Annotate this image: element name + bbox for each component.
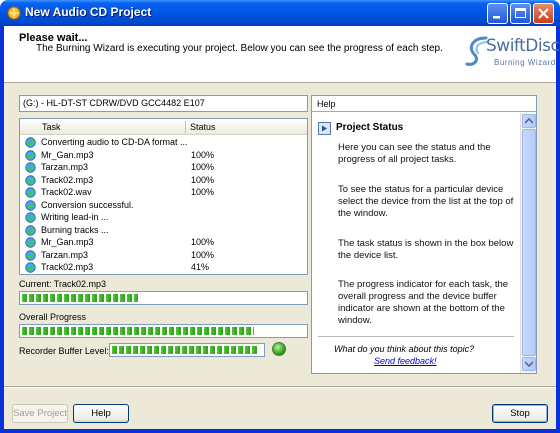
task-done-icon: [25, 237, 36, 248]
footer-divider: [4, 386, 556, 388]
buffer-level-bar: [109, 343, 265, 357]
window-title: New Audio CD Project: [25, 5, 152, 19]
buffer-level-fill: [112, 346, 258, 354]
task-done-icon: [25, 199, 36, 211]
task-name: Burning tracks ...: [41, 224, 109, 235]
task-status: 41%: [191, 262, 210, 272]
page-subtitle: The Burning Wizard is executing your pro…: [36, 43, 443, 54]
column-header-status[interactable]: Status: [190, 122, 216, 132]
help-scrollbar[interactable]: [520, 113, 536, 373]
scroll-up-button[interactable]: [522, 114, 536, 128]
task-status: 100%: [191, 149, 215, 160]
minimize-button[interactable]: [487, 3, 508, 24]
task-status: 100%: [191, 249, 215, 260]
task-name: Converting audio to CD-DA format ...: [41, 137, 188, 147]
help-button[interactable]: Help: [73, 404, 129, 423]
task-done-icon: [25, 162, 36, 173]
save-project-button[interactable]: Save Project: [12, 404, 68, 423]
task-status: 100%: [191, 237, 215, 247]
help-tab[interactable]: Help: [312, 96, 536, 112]
table-row[interactable]: Mr_Gan.mp3 100%: [20, 236, 307, 249]
task-done-icon: [25, 174, 36, 186]
scroll-down-button[interactable]: [522, 357, 536, 371]
overall-progress-label: Overall Progress: [19, 312, 87, 322]
task-list-header: Task Status: [20, 119, 307, 135]
table-row[interactable]: Burning tracks ...: [20, 224, 307, 237]
task-name: Tarzan.mp3: [41, 249, 89, 260]
table-row[interactable]: Converting audio to CD-DA format ...: [20, 136, 307, 149]
close-button[interactable]: [533, 3, 554, 24]
scroll-thumb[interactable]: [522, 129, 536, 356]
task-name: Mr_Gan.mp3: [41, 149, 94, 160]
current-progress-label: Current: Track02.mp3: [19, 279, 107, 289]
task-done-icon: [25, 149, 36, 161]
task-name: Track02.mp3: [41, 262, 94, 272]
app-window: New Audio CD Project Please wait... The …: [0, 0, 560, 433]
table-row[interactable]: Conversion successful.: [20, 199, 307, 212]
task-name: Writing lead-in ...: [41, 212, 109, 222]
close-icon: [538, 8, 549, 19]
help-paragraph: Here you can see the status and the prog…: [338, 142, 491, 165]
logo-subtext: Burning Wizard: [494, 58, 556, 67]
buffer-level-label: Recorder Buffer Level:: [19, 346, 109, 356]
task-rows: Converting audio to CD-DA format ... Mr_G…: [20, 136, 307, 274]
dialog-body: Please wait... The Burning Wizard is exe…: [4, 26, 560, 429]
minimize-icon: [493, 16, 500, 19]
task-done-icon: [25, 212, 36, 223]
task-done-icon: [25, 249, 36, 261]
table-row[interactable]: Tarzan.mp3 100%: [20, 249, 307, 262]
title-bar[interactable]: New Audio CD Project: [0, 0, 560, 26]
device-select[interactable]: (G:) - HL-DT-ST CDRW/DVD GCC4482 E107: [19, 95, 308, 112]
stop-button[interactable]: Stop: [492, 404, 548, 423]
help-divider: [318, 336, 514, 337]
table-row[interactable]: Tarzan.mp3 100%: [20, 161, 307, 174]
task-done-icon: [25, 262, 36, 273]
task-name: Mr_Gan.mp3: [41, 237, 94, 247]
wizard-header: Please wait... The Burning Wizard is exe…: [4, 26, 560, 83]
info-icon: [318, 122, 331, 135]
column-header-task[interactable]: Task: [42, 122, 61, 132]
table-row[interactable]: Writing lead-in ...: [20, 211, 307, 224]
table-row[interactable]: Track02.mp3 41%: [20, 261, 307, 274]
table-row[interactable]: Mr_Gan.mp3 100%: [20, 149, 307, 162]
swiftdisc-logo: SwiftDisc Burning Wizard: [464, 32, 560, 74]
table-row[interactable]: Track02.wav 100%: [20, 186, 307, 199]
task-status: 100%: [191, 174, 215, 185]
task-name: Tarzan.mp3: [41, 162, 89, 172]
logo-text: SwiftDisc: [486, 36, 560, 56]
task-done-icon: [25, 187, 36, 198]
table-row[interactable]: Track02.mp3 100%: [20, 174, 307, 187]
send-feedback-link[interactable]: Send feedback!: [374, 356, 437, 366]
help-paragraph: The task status is shown in the box belo…: [338, 238, 514, 261]
column-divider: [185, 121, 186, 133]
task-name: Track02.wav: [41, 187, 92, 197]
task-list[interactable]: Task Status Converting audio to CD-DA fo…: [19, 118, 308, 275]
help-tab-label: Help: [317, 99, 336, 109]
task-status: 100%: [191, 162, 215, 172]
maximize-icon: [515, 8, 526, 18]
current-progress-bar: [19, 291, 308, 305]
overall-progress-bar: [19, 324, 308, 338]
help-panel: Help Project Status Here you can see the…: [311, 95, 537, 374]
task-name: Track02.mp3: [41, 174, 94, 185]
chevron-down-icon: [525, 361, 533, 367]
buffer-status-led: [272, 342, 286, 356]
help-paragraph: The progress indicator for each task, th…: [338, 279, 509, 326]
maximize-button[interactable]: [510, 3, 531, 24]
help-heading: Project Status: [336, 122, 404, 133]
help-content: Project Status Here you can see the stat…: [312, 113, 519, 373]
current-progress-fill: [22, 294, 138, 302]
feedback-question: What do you think about this topic?: [334, 344, 475, 354]
task-done-icon: [25, 224, 36, 236]
help-paragraph: To see the status for a particular devic…: [338, 184, 514, 219]
task-name: Conversion successful.: [41, 199, 134, 210]
burning-wizard-icon: [7, 6, 21, 20]
task-done-icon: [25, 137, 36, 148]
overall-progress-fill: [22, 327, 254, 335]
task-status: 100%: [191, 187, 215, 197]
chevron-up-icon: [525, 118, 533, 124]
